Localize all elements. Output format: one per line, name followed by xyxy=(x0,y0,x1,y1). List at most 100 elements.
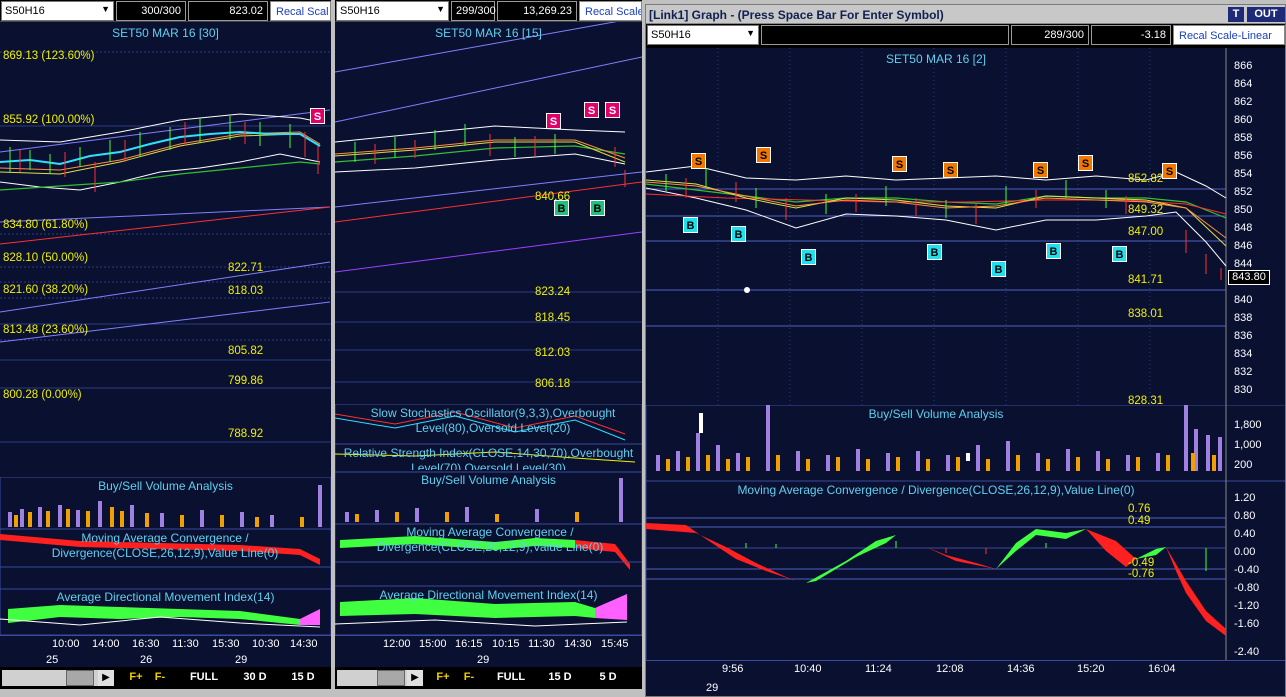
symbol-selector[interactable]: S50H16 ▼ xyxy=(647,25,759,45)
time-label: 11:24 xyxy=(865,663,892,675)
time-label: 9:56 xyxy=(722,663,744,675)
scroll-thumb[interactable] xyxy=(377,670,405,686)
price-level: 822.71 xyxy=(228,262,264,274)
price-tick: 846 xyxy=(1234,240,1253,252)
time-label: 11:30 xyxy=(528,638,555,650)
time-label: 16:04 xyxy=(1148,663,1176,675)
symbol-text: S50H16 xyxy=(5,5,45,17)
bar-counter: 289/300 xyxy=(1011,25,1089,45)
zoom-out-button[interactable]: F- xyxy=(150,669,170,687)
recal-scale-button[interactable]: Recal Scale-Linear xyxy=(1173,25,1285,45)
5d-button[interactable]: 5 D xyxy=(587,669,629,687)
recal-scale-button[interactable]: Recal Scale xyxy=(579,1,642,21)
price-level: 818.45 xyxy=(535,312,571,324)
full-button[interactable]: FULL xyxy=(182,669,226,687)
15d-button[interactable]: 15 D xyxy=(282,669,324,687)
date-label: 29 xyxy=(235,654,248,666)
buy-marker[interactable]: B xyxy=(1112,246,1127,262)
recal-scale-button[interactable]: Recal Scal xyxy=(270,1,331,21)
chart-pane-2: S50H16 ▼ 299/300 13,269.23 Recal Scale SE… xyxy=(335,0,642,697)
time-axis: 9:56 10:40 11:24 12:08 14:36 15:20 16:04… xyxy=(646,660,1285,696)
buy-marker[interactable]: B xyxy=(927,244,942,260)
symbol-selector[interactable]: S50H16 ▼ xyxy=(1,1,114,21)
scroll-right-icon[interactable]: ▶ xyxy=(98,670,114,686)
macd-panel-title: Moving Average Convergence / Divergence(… xyxy=(51,531,279,560)
pane2-footer xyxy=(335,689,642,697)
macd-tick: 1.20 xyxy=(1234,492,1256,504)
blank-field xyxy=(761,25,1009,45)
pane1-price-chart xyxy=(0,22,331,477)
symbol-text: S50H16 xyxy=(651,29,691,41)
fib-level: 869.13 (123.60%) xyxy=(3,50,95,62)
sell-marker[interactable]: S xyxy=(756,147,771,163)
price-level: 849.32 xyxy=(1128,204,1164,216)
sell-marker[interactable]: S xyxy=(584,102,599,118)
sell-marker[interactable]: S xyxy=(605,102,620,118)
price-tick: 854 xyxy=(1234,168,1253,180)
volume-panel-title: Buy/Sell Volume Analysis xyxy=(868,407,1004,421)
pane3-macd-panel xyxy=(646,481,1285,664)
sell-marker[interactable]: S xyxy=(691,153,706,169)
price-level: 805.82 xyxy=(228,345,264,357)
macd-panel-title: Moving Average Convergence / Divergence(… xyxy=(737,483,1135,497)
sell-marker[interactable]: S xyxy=(892,156,907,172)
buy-marker[interactable]: B xyxy=(683,217,698,233)
macd-level: 0.76 xyxy=(1128,503,1151,515)
scroll-thumb[interactable] xyxy=(66,670,94,686)
window-title: [Link1] Graph - (Press Space Bar For Ent… xyxy=(649,8,944,22)
sell-marker[interactable]: S xyxy=(546,113,561,129)
30d-button[interactable]: 30 D xyxy=(234,669,276,687)
zoom-in-button[interactable]: F+ xyxy=(126,669,146,687)
sell-marker[interactable]: S xyxy=(1033,162,1048,178)
buy-marker[interactable]: B xyxy=(1046,243,1061,259)
window-title-bar[interactable]: [Link1] Graph - (Press Space Bar For Ent… xyxy=(646,5,1285,24)
value-display: 823.02 xyxy=(188,1,268,21)
price-tick: 858 xyxy=(1234,132,1253,144)
symbol-selector[interactable]: S50H16 ▼ xyxy=(336,1,449,21)
time-axis: 12:00 15:00 16:15 10:15 11:30 14:30 15:4… xyxy=(335,635,642,667)
sell-marker[interactable]: S xyxy=(943,162,958,178)
buy-marker[interactable]: B xyxy=(731,226,746,242)
rsi-panel-title: Relative Strength Index(CLOSE,14,30,70),… xyxy=(343,446,634,470)
dropdown-arrow-icon: ▼ xyxy=(436,4,445,14)
macd-panel-title: Moving Average Convergence / Divergence(… xyxy=(376,525,604,554)
out-button[interactable]: OUT xyxy=(1247,7,1285,22)
time-label: 12:08 xyxy=(936,663,964,675)
stoch-panel-title: Slow Stochastics Oscillator(9,3,3),Overb… xyxy=(370,406,616,435)
15d-button[interactable]: 15 D xyxy=(539,669,581,687)
price-axis: 866 864 862 860 858 856 854 852 850 848 … xyxy=(1226,48,1285,405)
fib-level: 834.80 (61.80%) xyxy=(3,219,89,231)
date-label: 29 xyxy=(706,682,719,694)
price-level: 788.92 xyxy=(228,428,264,440)
buy-marker[interactable]: B xyxy=(991,261,1006,277)
macd-tick: 0.80 xyxy=(1234,510,1256,522)
date-label: 25 xyxy=(46,654,59,666)
volume-tick: 1,000 xyxy=(1234,439,1262,451)
time-label: 12:00 xyxy=(383,638,411,650)
date-label: 29 xyxy=(477,654,490,666)
fib-level: 828.10 (50.00%) xyxy=(3,252,89,264)
full-button[interactable]: FULL xyxy=(489,669,533,687)
price-tick: 866 xyxy=(1234,60,1253,72)
sell-marker[interactable]: S xyxy=(1162,163,1177,179)
price-tick: 838 xyxy=(1234,312,1253,324)
value-display: -3.18 xyxy=(1091,25,1171,45)
sell-marker[interactable]: S xyxy=(310,108,325,124)
price-tick: 834 xyxy=(1234,348,1253,360)
price-level: 847.00 xyxy=(1128,226,1164,238)
buy-marker[interactable]: B xyxy=(590,200,605,216)
t-button[interactable]: T xyxy=(1228,7,1244,22)
time-label: 15:20 xyxy=(1077,663,1105,675)
zoom-out-button[interactable]: F- xyxy=(459,669,479,687)
time-label: 14:30 xyxy=(290,638,318,650)
macd-tick: -0.40 xyxy=(1234,564,1260,576)
time-label: 14:30 xyxy=(564,638,592,650)
zoom-in-button[interactable]: F+ xyxy=(433,669,453,687)
scroll-right-icon[interactable]: ▶ xyxy=(407,670,423,686)
macd-tick: -0.80 xyxy=(1234,582,1260,594)
price-level: 818.03 xyxy=(228,285,264,297)
macd-level: -0.76 xyxy=(1128,568,1155,580)
buy-marker[interactable]: B xyxy=(801,249,816,265)
sell-marker[interactable]: S xyxy=(1078,155,1093,171)
adx-panel-title: Average Directional Movement Index(14) xyxy=(56,590,275,604)
